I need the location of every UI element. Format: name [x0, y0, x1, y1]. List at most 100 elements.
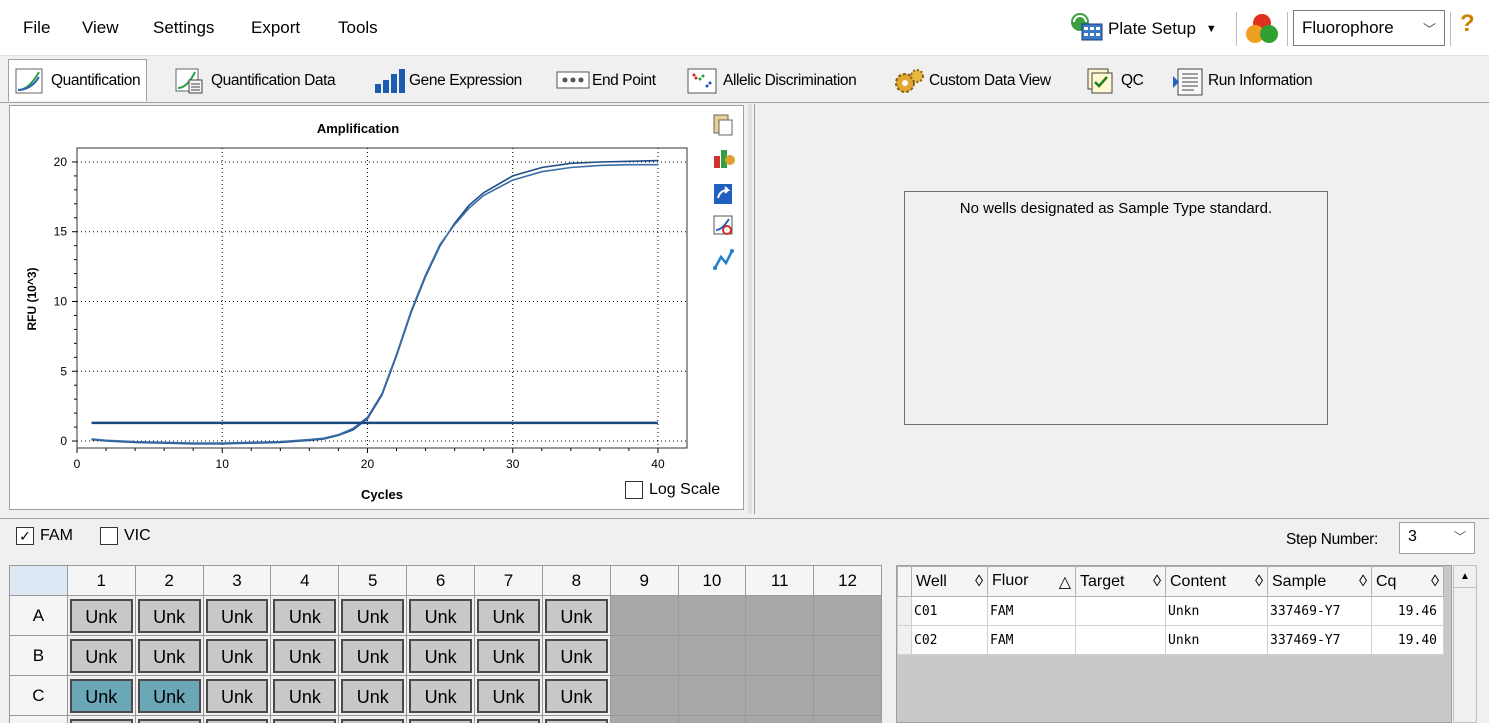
amplification-chart[interactable]: Amplification Cycles RFU (10^3) 0 10 20 30 4…	[10, 106, 743, 509]
row-selector[interactable]	[897, 596, 912, 626]
copy-icon[interactable]	[713, 114, 733, 136]
plate-well[interactable]: Unk	[66, 715, 136, 723]
plate-well[interactable]: Unk	[541, 715, 611, 723]
plate-col-header[interactable]: 4	[270, 565, 340, 596]
log-scale-checkbox[interactable]: Log Scale	[625, 481, 720, 499]
plate-well[interactable]: Unk	[474, 595, 543, 636]
plate-col-header[interactable]: 11	[745, 565, 815, 596]
tab-run-information[interactable]: Run Information	[1165, 60, 1319, 100]
plate-row-header[interactable]: B	[9, 635, 68, 676]
plate-col-header[interactable]: 10	[677, 565, 747, 596]
plate-well[interactable]	[677, 635, 747, 676]
plate-well[interactable]	[609, 595, 679, 636]
plate-well[interactable]: Unk	[338, 715, 408, 723]
plate-well[interactable]: Unk	[541, 635, 611, 676]
plate-setup-button[interactable]: Plate Setup ▼	[1068, 10, 1217, 48]
fam-check-box[interactable]: ✓	[16, 527, 34, 545]
menu-settings[interactable]: Settings	[153, 18, 214, 38]
col-header-well[interactable]: Well ◊	[911, 566, 988, 597]
row-selector[interactable]	[897, 625, 912, 655]
plate-well[interactable]: Unk	[474, 675, 543, 716]
plate-well[interactable]: Unk	[406, 675, 476, 716]
plate-col-header[interactable]: 3	[202, 565, 272, 596]
plate-well[interactable]: Unk	[270, 635, 340, 676]
plate-well[interactable]: Unk	[338, 595, 408, 636]
plate-well[interactable]	[745, 715, 815, 723]
menu-tools[interactable]: Tools	[338, 18, 378, 38]
plate-col-header[interactable]: 9	[609, 565, 679, 596]
plate-well[interactable]: Unk	[134, 715, 204, 723]
plate-well[interactable]	[609, 675, 679, 716]
plate-well[interactable]: Unk	[338, 635, 408, 676]
panel-splitter[interactable]	[748, 104, 752, 514]
plate-well[interactable]	[677, 715, 747, 723]
plate-well[interactable]: Unk	[134, 595, 204, 636]
col-header-sample[interactable]: Sample ◊	[1267, 566, 1372, 597]
plate-well[interactable]	[745, 675, 815, 716]
plate-well[interactable]: Unk	[541, 675, 611, 716]
plate-well[interactable]: Unk	[406, 595, 476, 636]
plate-well[interactable]	[813, 715, 882, 723]
export-arrow-icon[interactable]	[714, 184, 732, 204]
plate-well[interactable]: Unk	[66, 595, 136, 636]
plate-well[interactable]: Unk	[202, 715, 272, 723]
log-scale-box[interactable]	[625, 481, 643, 499]
curve-settings-icon[interactable]	[713, 249, 734, 270]
table-scrollbar[interactable]: ▲	[1453, 565, 1477, 723]
zoom-chart-icon[interactable]	[713, 215, 733, 235]
tab-quantification-data[interactable]: Quantification Data	[168, 60, 342, 100]
table-row[interactable]: C01 FAM Unkn 337469-Y7 19.46	[897, 596, 1444, 626]
plate-well[interactable]	[813, 635, 882, 676]
plate-well[interactable]: Unk	[134, 675, 204, 716]
tab-custom-data-view[interactable]: Custom Data View	[886, 60, 1058, 100]
plate-well[interactable]	[745, 635, 815, 676]
col-header-cq[interactable]: Cq ◊	[1371, 566, 1444, 597]
plate-col-header[interactable]: 6	[406, 565, 476, 596]
fam-checkbox[interactable]: ✓ FAM	[16, 527, 73, 545]
plate-well[interactable]: Unk	[474, 635, 543, 676]
step-number-select[interactable]: 3 ﹀	[1399, 522, 1475, 554]
plate-well[interactable]: Unk	[202, 595, 272, 636]
export-chart-icon[interactable]	[714, 150, 735, 168]
plate-well[interactable]	[813, 595, 882, 636]
table-row[interactable]: C02 FAM Unkn 337469-Y7 19.40	[897, 625, 1444, 655]
plate-well[interactable]: Unk	[270, 675, 340, 716]
tab-quantification[interactable]: Quantification	[8, 59, 148, 101]
color-circles-icon[interactable]	[1244, 12, 1280, 49]
plate-well[interactable]: Unk	[541, 595, 611, 636]
col-header-target[interactable]: Target ◊	[1075, 566, 1166, 597]
plate-well[interactable]: Unk	[202, 675, 272, 716]
menu-view[interactable]: View	[82, 18, 119, 38]
col-header-fluor[interactable]: Fluor △	[987, 566, 1076, 597]
plate-col-header[interactable]: 2	[134, 565, 204, 596]
plate-corner[interactable]	[9, 565, 68, 596]
plate-well[interactable]: Unk	[66, 635, 136, 676]
plate-well[interactable]: Unk	[66, 675, 136, 716]
plate-col-header[interactable]: 8	[541, 565, 611, 596]
plate-well[interactable]	[677, 675, 747, 716]
plate-well[interactable]: Unk	[406, 715, 476, 723]
scroll-up-icon[interactable]: ▲	[1454, 566, 1476, 588]
plate-well[interactable]: Unk	[406, 635, 476, 676]
plate-well[interactable]: Unk	[474, 715, 543, 723]
plate-well[interactable]: Unk	[270, 595, 340, 636]
plate-well[interactable]	[609, 635, 679, 676]
plate-well[interactable]: Unk	[202, 635, 272, 676]
tab-allelic-discrimination[interactable]: Allelic Discrimination	[680, 60, 863, 100]
plate-row-header[interactable]: A	[9, 595, 68, 636]
menu-file[interactable]: File	[23, 18, 50, 38]
plate-col-header[interactable]: 1	[66, 565, 136, 596]
plate-well[interactable]	[677, 595, 747, 636]
plate-well[interactable]	[745, 595, 815, 636]
tab-qc[interactable]: QC	[1078, 60, 1150, 100]
menu-export[interactable]: Export	[251, 18, 300, 38]
col-header-content[interactable]: Content ◊	[1165, 566, 1268, 597]
plate-col-header[interactable]: 7	[474, 565, 543, 596]
plate-well[interactable]	[813, 675, 882, 716]
tab-end-point[interactable]: End Point	[549, 60, 663, 100]
plate-col-header[interactable]: 5	[338, 565, 408, 596]
plate-row-header[interactable]: D	[9, 715, 68, 723]
plate-col-header[interactable]: 12	[813, 565, 882, 596]
vic-checkbox[interactable]: VIC	[100, 527, 151, 545]
tab-gene-expression[interactable]: Gene Expression	[366, 60, 529, 100]
